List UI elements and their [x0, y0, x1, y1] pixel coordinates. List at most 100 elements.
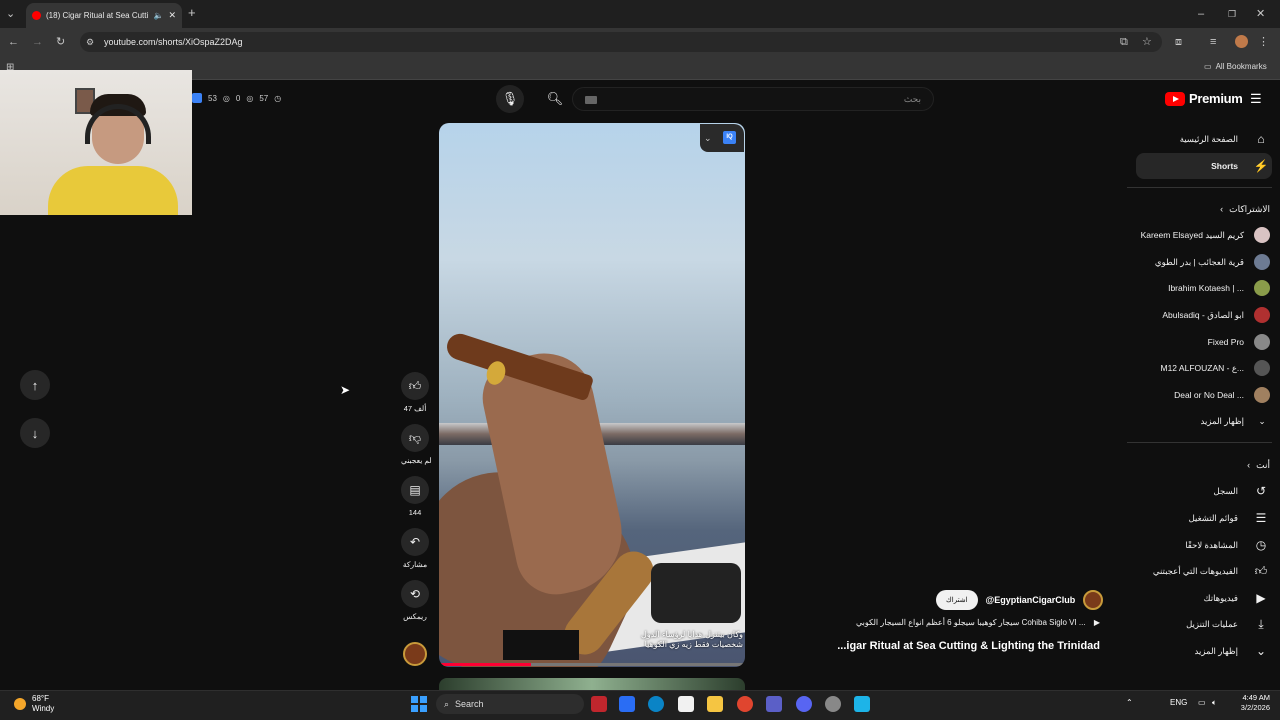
sidebar-item-watch-later[interactable]: المشاهدة لاحقًا ◷ [1130, 532, 1270, 558]
comments-action[interactable]: ▤ 144 [401, 476, 429, 517]
sidebar-item-playlists[interactable]: قوائم التشغيل ☰ [1130, 505, 1270, 531]
edge-icon[interactable] [648, 696, 664, 712]
watch-later-icon: ◷ [1255, 538, 1267, 552]
sidebar-item-your-videos[interactable]: فيديوهاتك ▶ [1130, 585, 1270, 611]
sidebar-item-liked[interactable]: الفيديوهات التي أعجبتني 👍︎ [1130, 558, 1270, 584]
tray-chevron-icon[interactable]: ⌃ [1126, 698, 1133, 707]
like-icon[interactable]: 👍︎ [401, 372, 429, 400]
clock-date: 3/2/2026 [1240, 703, 1270, 712]
sidebar-item-label: عمليات التنزيل [1186, 618, 1238, 629]
subscribe-button[interactable]: اشتراك [936, 590, 978, 610]
video-progress-bar[interactable] [439, 663, 745, 666]
sidebar-item-downloads[interactable]: عمليات التنزيل ⤓ [1130, 611, 1270, 637]
youtube-premium-logo[interactable]: Premium [1165, 91, 1243, 106]
chrome-icon[interactable] [737, 696, 753, 712]
iq-extension-icon[interactable]: IQ [723, 131, 736, 144]
comment-icon[interactable]: ▤ [401, 476, 429, 504]
url-text: youtube.com/shorts/XiOspaZ2DAg [104, 37, 243, 47]
channel-avatar [1254, 227, 1270, 243]
share-action[interactable]: ↶ مشاركة [401, 528, 429, 569]
network-icon[interactable]: ▭ [1198, 698, 1206, 707]
subscription-item[interactable]: Ibrahim Kotaesh | ... [1120, 275, 1270, 301]
show-more-subscriptions[interactable]: إظهار المزيد ⌄ [1120, 408, 1270, 434]
share-icon[interactable]: ↶ [401, 528, 429, 556]
sidebar-item-home[interactable]: الصفحة الرئيسية ⌂ [1130, 126, 1270, 152]
next-short-button[interactable]: ↓ [20, 418, 50, 448]
next-short-preview[interactable] [439, 678, 745, 690]
sidebar-item-label: فيديوهاتك [1203, 592, 1238, 603]
back-icon[interactable]: ← [8, 35, 19, 49]
weather-widget[interactable]: 68°F Windy [14, 694, 54, 714]
comments-count: 144 [408, 508, 422, 517]
subscriptions-heading[interactable]: ‹ الاشتراكات [1130, 196, 1270, 222]
settings-icon[interactable] [825, 696, 841, 712]
previous-short-button[interactable]: ↑ [20, 370, 50, 400]
new-tab-icon[interactable]: + [188, 6, 196, 20]
volume-icon[interactable]: 🔈︎ [1212, 698, 1217, 708]
minimize-icon[interactable]: – [1198, 7, 1204, 21]
forward-icon[interactable]: → [32, 35, 43, 49]
sidebar-item-label: المشاهدة لاحقًا [1185, 539, 1238, 550]
cast-icon[interactable]: ⧉ [1120, 35, 1128, 49]
system-clock[interactable]: 4:49 AM 3/2/2026 [1226, 693, 1270, 713]
notepad-icon[interactable] [678, 696, 694, 712]
show-more-you[interactable]: إظهار المزيد ⌄ [1130, 638, 1270, 664]
teams-icon[interactable] [766, 696, 782, 712]
all-bookmarks[interactable]: ▭ All Bookmarks [1204, 62, 1267, 71]
eye-icon: ◎ [246, 93, 254, 103]
short-video-player[interactable]: وكان بيتنزل هدايا لرؤساء الدول شخصيات فق… [439, 123, 745, 667]
channel-avatar[interactable] [1083, 590, 1104, 610]
app-icon[interactable] [854, 696, 870, 712]
like-action[interactable]: 👍︎ 47 ألف [401, 372, 429, 413]
subscription-item[interactable]: Deal or No Deal ... [1120, 382, 1270, 408]
reload-icon[interactable]: ↻ [56, 35, 65, 49]
sidebar-item-shorts[interactable]: Shorts ⚡ [1130, 153, 1270, 179]
subscription-item[interactable]: M12 ALFOUZAN - ع... [1120, 355, 1270, 381]
windows-start-icon[interactable] [411, 696, 427, 712]
bookmark-star-icon[interactable]: ☆ [1142, 35, 1152, 49]
file-explorer-icon[interactable] [707, 696, 723, 712]
remix-action[interactable]: ⟲ ريمكس [401, 580, 429, 621]
taskbar-search[interactable]: ⌕ Search [436, 694, 584, 714]
dislike-action[interactable]: 👎︎ لم يعجبني [401, 424, 432, 465]
discord-icon[interactable] [796, 696, 812, 712]
tab-search-icon[interactable]: ⌄ [6, 7, 15, 21]
close-window-icon[interactable]: ✕ [1256, 7, 1265, 21]
address-bar[interactable]: ⚙ youtube.com/shorts/XiOspaZ2DAg ⧉ ☆ [80, 32, 1162, 52]
extensions-icon[interactable]: ⧈ [1175, 35, 1182, 49]
subscription-item[interactable]: قرية العجائب | بدر الطوي [1120, 249, 1270, 275]
show-more-label: إظهار المزيد [1194, 645, 1238, 656]
subscription-item[interactable]: Abulsadiq - ابو الصادق [1120, 302, 1270, 328]
language-indicator[interactable]: ENG [1170, 698, 1187, 707]
playlists-icon: ☰ [1255, 511, 1267, 525]
subscription-item[interactable]: Fixed Pro [1120, 329, 1270, 355]
video-description[interactable]: سيجار كوهيبا سيجلو 6 أعظم انواع السيجار … [800, 618, 1100, 627]
app-icon[interactable] [591, 696, 607, 712]
copilot-icon[interactable] [619, 696, 635, 712]
tab-close-icon[interactable]: ✕ [168, 10, 176, 21]
keyboard-icon[interactable] [585, 96, 597, 104]
you-heading[interactable]: ‹ أنت [1130, 452, 1270, 478]
hamburger-menu-icon[interactable]: ☰ [1250, 92, 1262, 106]
dislike-icon[interactable]: 👎︎ [401, 424, 429, 452]
channel-name[interactable]: @EgyptianCigarClub [986, 595, 1076, 605]
subscription-item[interactable]: Kareem Elsayed كريم السيد [1120, 222, 1270, 248]
chevron-down-icon[interactable]: ⌄ [704, 131, 712, 145]
menu-dots-icon[interactable]: ⋮ [1258, 35, 1269, 49]
remix-icon[interactable]: ⟲ [401, 580, 429, 608]
search-input[interactable]: بحث [572, 87, 934, 111]
subtitle-line: شخصيات فقط زيه زي الكوهيا [644, 640, 743, 649]
reading-list-icon[interactable]: ≡ [1210, 35, 1216, 49]
sidebar-item-history[interactable]: السجل ↺ [1130, 478, 1270, 504]
search-button[interactable]: 🔍︎ [541, 85, 569, 113]
restore-icon[interactable]: ❐ [1228, 7, 1236, 21]
voice-search-button[interactable]: 🎙︎ [496, 85, 524, 113]
speaker-icon[interactable]: 🔈 [153, 11, 163, 20]
stat-value: 57 [259, 93, 269, 103]
video-title[interactable]: ...igar Ritual at Sea Cutting & Lighting… [790, 640, 1100, 652]
profile-avatar[interactable] [1235, 35, 1248, 48]
site-info-icon[interactable]: ⚙ [86, 35, 94, 49]
sound-channel-avatar[interactable] [403, 642, 427, 666]
active-tab[interactable]: (18) Cigar Ritual at Sea Cutti 🔈 ✕ [26, 3, 182, 28]
iq-icon [192, 93, 202, 103]
